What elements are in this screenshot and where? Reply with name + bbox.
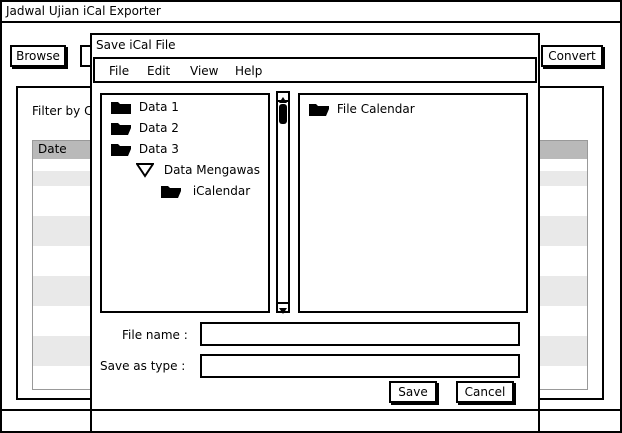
- folder-icon: [308, 101, 330, 117]
- tree-item-icalendar[interactable]: iCalendar: [160, 183, 250, 201]
- dialog-bottom-divider: [92, 409, 538, 411]
- tree-scrollbar[interactable]: [276, 91, 290, 314]
- folder-icon: [160, 183, 182, 199]
- tree-item-label: Data Mengawas: [163, 162, 261, 177]
- scroll-up-icon[interactable]: [278, 93, 288, 103]
- date-column-header: Date: [38, 142, 67, 156]
- filter-label: Filter by C: [32, 104, 93, 118]
- menu-view[interactable]: View: [190, 64, 218, 78]
- convert-button[interactable]: Convert: [541, 45, 603, 67]
- browse-button[interactable]: Browse: [10, 45, 66, 67]
- dialog-titlebar: Save iCal File: [92, 35, 538, 55]
- tree-item-data-3[interactable]: Data 3: [110, 141, 179, 159]
- cancel-button[interactable]: Cancel: [456, 381, 514, 403]
- scroll-down-icon[interactable]: [278, 302, 288, 314]
- scroll-thumb[interactable]: [279, 104, 287, 124]
- folder-icon: [110, 141, 132, 157]
- file-name-input[interactable]: [200, 322, 520, 346]
- save-as-type-select[interactable]: [200, 354, 520, 378]
- file-item-label: File Calendar: [336, 101, 415, 116]
- file-list-pane[interactable]: [298, 93, 528, 313]
- tree-item-label: Data 2: [138, 120, 179, 135]
- folder-icon: [110, 99, 132, 115]
- file-item-file-calendar[interactable]: File Calendar: [308, 101, 415, 119]
- tree-item-label: Data 3: [138, 141, 179, 156]
- tree-item-data-1[interactable]: Data 1: [110, 99, 179, 117]
- main-titlebar: Jadwal Ujian iCal Exporter: [2, 2, 620, 23]
- tree-item-label: Data 1: [138, 99, 179, 114]
- save-button[interactable]: Save: [389, 381, 437, 403]
- file-name-label: File name :: [122, 328, 188, 342]
- main-window-title: Jadwal Ujian iCal Exporter: [6, 4, 161, 18]
- dialog-title: Save iCal File: [96, 38, 176, 52]
- save-as-type-label: Save as type :: [100, 359, 186, 373]
- menu-edit[interactable]: Edit: [147, 64, 170, 78]
- triangle-down-icon[interactable]: [136, 162, 158, 178]
- dialog-menubar: File Edit View Help: [93, 57, 537, 83]
- folder-icon: [110, 120, 132, 136]
- menu-file[interactable]: File: [109, 64, 129, 78]
- tree-item-label: iCalendar: [192, 183, 251, 198]
- tree-item-data-mengawas[interactable]: Data Mengawas: [136, 162, 260, 180]
- menu-help[interactable]: Help: [235, 64, 262, 78]
- tree-item-data-2[interactable]: Data 2: [110, 120, 179, 138]
